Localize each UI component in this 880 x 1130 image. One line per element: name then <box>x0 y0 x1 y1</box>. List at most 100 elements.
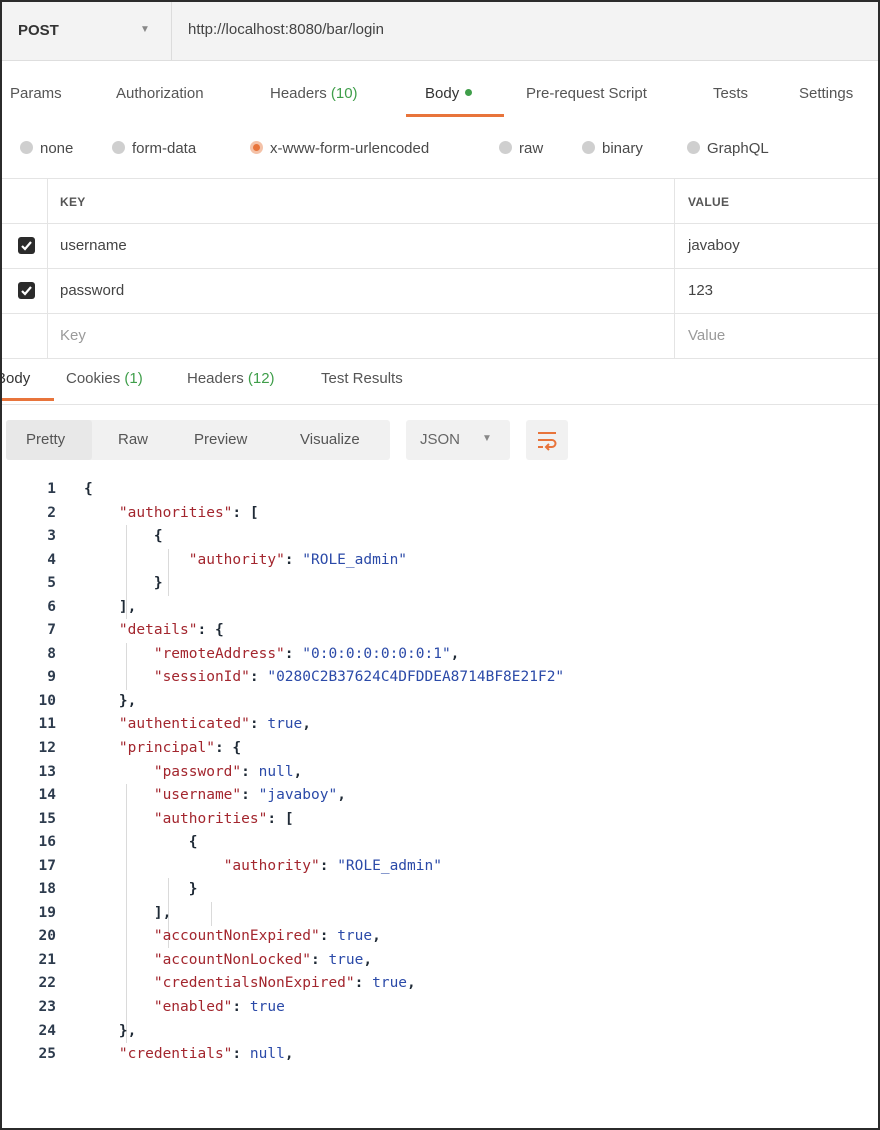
line-number: 18 <box>38 881 56 898</box>
radio-none[interactable]: none <box>20 140 73 157</box>
new-value-input[interactable]: Value <box>688 327 725 344</box>
request-tabs: Params Authorization Headers (10) Body P… <box>2 72 878 118</box>
radio-label: raw <box>519 140 544 157</box>
radio-form-data[interactable]: form-data <box>112 140 196 157</box>
line-number: 10 <box>38 692 56 709</box>
line-content: "details": { <box>118 622 224 639</box>
param-key[interactable]: password <box>60 282 124 299</box>
chevron-down-icon: ▼ <box>140 24 150 35</box>
tab-label: Cookies <box>66 370 121 387</box>
tab-body[interactable]: Body <box>425 85 473 102</box>
tab-cookies[interactable]: Cookies (1) <box>66 370 143 387</box>
code-line: 5 } <box>2 572 878 596</box>
param-key[interactable]: username <box>60 237 127 254</box>
active-tab-indicator <box>2 398 54 401</box>
code-line: 19 ], <box>2 902 878 926</box>
tab-label: Pre-request Script <box>526 85 647 102</box>
checkbox-cell <box>2 314 48 358</box>
radio-graphql[interactable]: GraphQL <box>687 140 769 157</box>
code-lines: 1{2 "authorities": [3 {4 "authority": "R… <box>2 478 878 1067</box>
wrap-lines-button[interactable] <box>526 420 568 460</box>
radio-icon <box>582 141 595 154</box>
tab-label: Body <box>425 85 460 102</box>
code-line: 8 "remoteAddress": "0:0:0:0:0:0:0:1", <box>2 643 878 667</box>
checkbox-cell <box>2 179 48 223</box>
language-select[interactable]: JSON ▼ <box>406 420 510 460</box>
radio-raw[interactable]: raw <box>499 140 543 157</box>
code-line: 21 "accountNonLocked": true, <box>2 949 878 973</box>
checkbox-checked-icon[interactable] <box>18 282 35 299</box>
table-row: username javaboy <box>2 224 878 269</box>
view-pretty[interactable]: Pretty <box>26 431 65 448</box>
line-content: { <box>188 834 198 851</box>
method-select[interactable]: POST ▼ <box>2 2 172 60</box>
tab-authorization[interactable]: Authorization <box>116 85 204 102</box>
line-content: }, <box>118 1022 137 1039</box>
line-content: "authenticated": true, <box>118 716 311 733</box>
url-input[interactable]: http://localhost:8080/bar/login <box>188 21 384 38</box>
view-visualize[interactable]: Visualize <box>300 431 360 448</box>
code-line: 10 }, <box>2 690 878 714</box>
tab-response-headers[interactable]: Headers (12) <box>187 370 275 387</box>
code-line: 6 ], <box>2 596 878 620</box>
code-line: 7 "details": { <box>2 619 878 643</box>
view-mode-group: Pretty Raw Preview Visualize <box>6 420 390 460</box>
line-number: 22 <box>38 975 56 992</box>
code-line: 11 "authenticated": true, <box>2 713 878 737</box>
tab-response-body[interactable]: Body <box>2 370 30 387</box>
tab-test-results[interactable]: Test Results <box>321 370 403 387</box>
line-number: 11 <box>38 716 56 733</box>
view-preview[interactable]: Preview <box>194 431 247 448</box>
line-content: ], <box>153 904 172 921</box>
tab-count: (10) <box>330 85 358 102</box>
line-content: }, <box>118 692 137 709</box>
modified-dot-icon <box>465 89 473 96</box>
code-line: 20 "accountNonExpired": true, <box>2 925 878 949</box>
code-line: 16 { <box>2 831 878 855</box>
line-number: 4 <box>47 551 56 568</box>
line-number: 20 <box>38 928 56 945</box>
line-content: "accountNonLocked": true, <box>153 951 373 968</box>
line-number: 7 <box>47 622 56 639</box>
radio-binary[interactable]: binary <box>582 140 643 157</box>
tab-tests[interactable]: Tests <box>713 85 748 102</box>
response-body-code[interactable]: 1{2 "authorities": [3 {4 "authority": "R… <box>2 478 878 1128</box>
line-content: } <box>188 881 198 898</box>
line-number: 2 <box>47 504 56 521</box>
table-row-new: Key Value <box>2 314 878 359</box>
code-line: 1{ <box>2 478 878 502</box>
checkbox-checked-icon[interactable] <box>18 237 35 254</box>
line-number: 5 <box>47 575 56 592</box>
radio-selected-icon <box>250 141 263 154</box>
tab-params[interactable]: Params <box>10 85 62 102</box>
line-content: { <box>84 481 93 497</box>
new-key-input[interactable]: Key <box>60 327 86 344</box>
column-header-value: VALUE <box>688 195 730 209</box>
url-bar: POST ▼ http://localhost:8080/bar/login <box>2 2 878 61</box>
code-line: 17 "authority": "ROLE_admin" <box>2 855 878 879</box>
line-content: "accountNonExpired": true, <box>153 928 381 945</box>
tab-headers[interactable]: Headers (10) <box>270 85 358 102</box>
line-content: "authorities": [ <box>153 810 294 827</box>
code-line: 18 } <box>2 878 878 902</box>
line-content: "password": null, <box>153 763 303 780</box>
line-number: 8 <box>47 645 56 662</box>
param-value[interactable]: javaboy <box>688 237 740 254</box>
param-value[interactable]: 123 <box>688 282 713 299</box>
column-divider <box>674 224 675 268</box>
radio-x-www-form-urlencoded[interactable]: x-www-form-urlencoded <box>250 140 429 157</box>
code-line: 3 { <box>2 525 878 549</box>
line-content: { <box>153 528 163 545</box>
tab-settings[interactable]: Settings <box>799 85 853 102</box>
code-line: 14 "username": "javaboy", <box>2 784 878 808</box>
tab-pre-request-script[interactable]: Pre-request Script <box>526 85 647 102</box>
active-tab-indicator <box>406 114 504 117</box>
table-row: password 123 <box>2 269 878 314</box>
tab-label: Headers <box>270 85 327 102</box>
line-content: "enabled": true <box>153 999 285 1016</box>
language-label: JSON <box>420 431 461 448</box>
code-line: 24 }, <box>2 1020 878 1044</box>
line-content: "principal": { <box>118 740 242 757</box>
view-raw[interactable]: Raw <box>118 431 148 448</box>
tab-label: Tests <box>713 85 749 102</box>
